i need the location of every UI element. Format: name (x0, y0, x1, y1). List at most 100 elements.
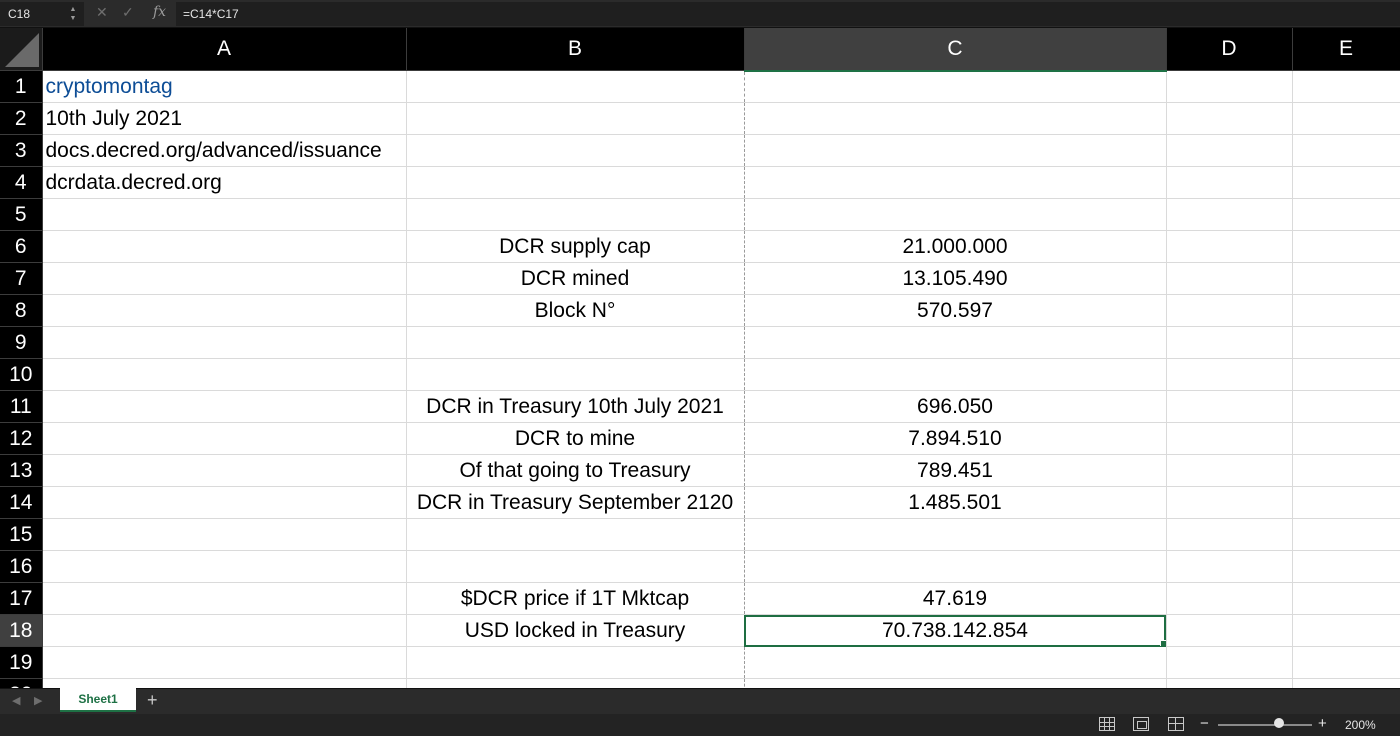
fill-handle[interactable] (1159, 640, 1165, 646)
cell-d10[interactable] (1166, 358, 1293, 391)
cell-e2[interactable] (1292, 102, 1400, 135)
cell-e12[interactable] (1292, 422, 1400, 455)
cell-b3[interactable] (406, 134, 745, 167)
cell-a4[interactable]: dcrdata.decred.org (42, 166, 407, 199)
column-header-e[interactable]: E (1292, 28, 1400, 71)
cell-a10[interactable] (42, 358, 407, 391)
row-header[interactable]: 4 (0, 166, 43, 199)
cell-b6[interactable]: DCR supply cap (406, 230, 745, 263)
row-header[interactable]: 1 (0, 70, 43, 103)
cell-b8[interactable]: Block N° (406, 294, 745, 327)
cell-e15[interactable] (1292, 518, 1400, 551)
cell-a5[interactable] (42, 198, 407, 231)
cell-e14[interactable] (1292, 486, 1400, 519)
cell-b4[interactable] (406, 166, 745, 199)
cell-a11[interactable] (42, 390, 407, 423)
row-header[interactable]: 6 (0, 230, 43, 263)
cell-d6[interactable] (1166, 230, 1293, 263)
cell-d12[interactable] (1166, 422, 1293, 455)
cell-a15[interactable] (42, 518, 407, 551)
cell-e19[interactable] (1292, 646, 1400, 679)
cell-c12[interactable]: 7.894.510 (744, 422, 1167, 455)
add-sheet-button[interactable]: + (147, 690, 158, 711)
row-header[interactable]: 16 (0, 550, 43, 583)
cell-a12[interactable] (42, 422, 407, 455)
cell-d5[interactable] (1166, 198, 1293, 231)
column-header-c[interactable]: C (744, 28, 1167, 72)
row-header[interactable]: 9 (0, 326, 43, 359)
page-layout-view-icon[interactable] (1133, 717, 1149, 731)
zoom-in-button[interactable]: + (1318, 715, 1327, 732)
cell-c15[interactable] (744, 518, 1167, 551)
cell-e17[interactable] (1292, 582, 1400, 615)
zoom-out-button[interactable]: − (1200, 715, 1209, 732)
cell-c2[interactable] (744, 102, 1167, 135)
cell-d1[interactable] (1166, 70, 1293, 103)
row-header[interactable]: 17 (0, 582, 43, 615)
cell-a20[interactable] (42, 678, 407, 688)
column-header-a[interactable]: A (42, 28, 407, 71)
zoom-level-label[interactable]: 200% (1345, 718, 1376, 732)
cell-a19[interactable] (42, 646, 407, 679)
cell-b18[interactable]: USD locked in Treasury (406, 614, 745, 647)
cell-a2[interactable]: 10th July 2021 (42, 102, 407, 135)
cell-b10[interactable] (406, 358, 745, 391)
column-header-d[interactable]: D (1166, 28, 1293, 71)
zoom-slider[interactable] (1218, 724, 1312, 726)
cell-e20[interactable] (1292, 678, 1400, 688)
cell-d8[interactable] (1166, 294, 1293, 327)
cell-d4[interactable] (1166, 166, 1293, 199)
cell-d9[interactable] (1166, 326, 1293, 359)
cell-c14[interactable]: 1.485.501 (744, 486, 1167, 519)
cell-d18[interactable] (1166, 614, 1293, 647)
cell-b15[interactable] (406, 518, 745, 551)
cell-b9[interactable] (406, 326, 745, 359)
cell-e1[interactable] (1292, 70, 1400, 103)
cell-b2[interactable] (406, 102, 745, 135)
cell-c6[interactable]: 21.000.000 (744, 230, 1167, 263)
cell-b13[interactable]: Of that going to Treasury (406, 454, 745, 487)
sheet-nav-left-icon[interactable]: ◀ (12, 694, 20, 707)
name-box[interactable]: C18 ▲ ▼ (0, 2, 84, 26)
cell-c16[interactable] (744, 550, 1167, 583)
cell-d16[interactable] (1166, 550, 1293, 583)
cell-b14[interactable]: DCR in Treasury September 2120 (406, 486, 745, 519)
cell-a7[interactable] (42, 262, 407, 295)
row-header[interactable]: 7 (0, 262, 43, 295)
cell-c7[interactable]: 13.105.490 (744, 262, 1167, 295)
cell-e18[interactable] (1292, 614, 1400, 647)
row-header[interactable]: 10 (0, 358, 43, 391)
cell-c3[interactable] (744, 134, 1167, 167)
page-break-view-icon[interactable] (1168, 717, 1184, 731)
cell-c1[interactable] (744, 70, 1167, 103)
cell-c4[interactable] (744, 166, 1167, 199)
row-header[interactable]: 13 (0, 454, 43, 487)
cell-e16[interactable] (1292, 550, 1400, 583)
row-header[interactable]: 15 (0, 518, 43, 551)
cell-b7[interactable]: DCR mined (406, 262, 745, 295)
row-header[interactable]: 5 (0, 198, 43, 231)
row-header[interactable]: 20 (0, 678, 43, 688)
cell-d11[interactable] (1166, 390, 1293, 423)
row-header[interactable]: 18 (0, 614, 43, 647)
row-header[interactable]: 2 (0, 102, 43, 135)
sheet-nav-right-icon[interactable]: ▶ (34, 694, 42, 707)
normal-view-icon[interactable] (1099, 717, 1115, 731)
cell-d7[interactable] (1166, 262, 1293, 295)
name-box-stepper-icon[interactable]: ▲ ▼ (68, 5, 78, 23)
cell-a6[interactable] (42, 230, 407, 263)
cell-b11[interactable]: DCR in Treasury 10th July 2021 (406, 390, 745, 423)
cell-c18[interactable]: 70.738.142.854 (744, 614, 1167, 647)
cell-a9[interactable] (42, 326, 407, 359)
cell-e9[interactable] (1292, 326, 1400, 359)
cell-e10[interactable] (1292, 358, 1400, 391)
cell-d2[interactable] (1166, 102, 1293, 135)
cell-d17[interactable] (1166, 582, 1293, 615)
cell-d20[interactable] (1166, 678, 1293, 688)
cell-d19[interactable] (1166, 646, 1293, 679)
cell-c17[interactable]: 47.619 (744, 582, 1167, 615)
cell-c10[interactable] (744, 358, 1167, 391)
column-header-b[interactable]: B (406, 28, 745, 71)
formula-input[interactable]: =C14*C17 (176, 2, 1400, 26)
cell-a3[interactable]: docs.decred.org/advanced/issuance (42, 134, 407, 167)
